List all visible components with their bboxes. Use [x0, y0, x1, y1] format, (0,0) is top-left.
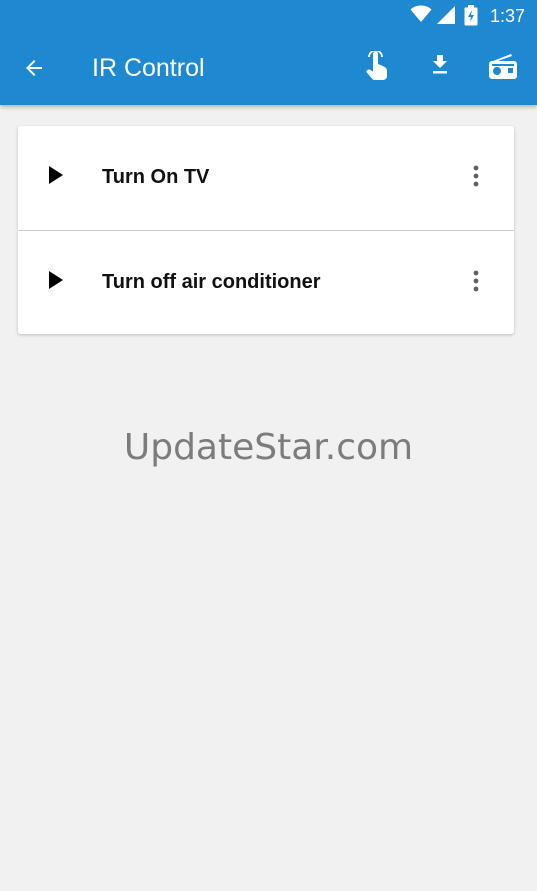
status-bar: 1:37	[0, 0, 537, 32]
touch-icon	[364, 49, 390, 86]
more-options-button[interactable]	[460, 267, 492, 299]
radio-button[interactable]	[483, 48, 523, 88]
status-time: 1:37	[489, 6, 525, 26]
back-button[interactable]	[14, 50, 54, 90]
play-icon	[47, 270, 65, 295]
command-card[interactable]: Turn On TV	[18, 126, 514, 230]
more-options-button[interactable]	[460, 162, 492, 194]
battery-charging-icon	[464, 5, 478, 31]
download-icon	[428, 53, 452, 84]
wifi-icon	[410, 5, 432, 28]
command-label: Turn off air conditioner	[102, 271, 321, 293]
toolbar: IR Control	[0, 32, 537, 105]
command-card[interactable]: Turn off air conditioner	[18, 231, 514, 334]
radio-icon	[488, 52, 518, 85]
watermark: UpdateStar.com	[123, 427, 414, 468]
page-title: IR Control	[92, 54, 205, 82]
play-button[interactable]	[40, 266, 72, 298]
download-button[interactable]	[420, 48, 460, 88]
more-vert-icon	[472, 164, 480, 193]
touch-button[interactable]	[357, 48, 397, 88]
play-icon	[47, 165, 65, 190]
command-label: Turn On TV	[102, 166, 210, 188]
app-bar: 1:37 IR Control	[0, 0, 537, 105]
back-arrow-icon	[22, 56, 46, 85]
cell-signal-icon	[436, 6, 456, 29]
more-vert-icon	[472, 269, 480, 298]
play-button[interactable]	[40, 161, 72, 193]
